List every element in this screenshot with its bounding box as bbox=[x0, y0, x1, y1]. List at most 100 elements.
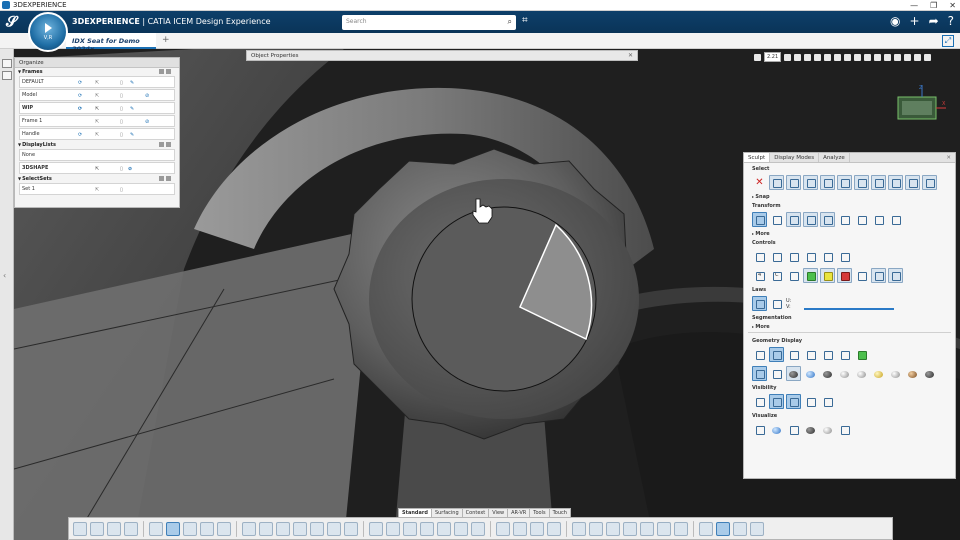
clapper-icon[interactable] bbox=[752, 422, 767, 437]
edit-icon[interactable]: ✎ bbox=[130, 132, 134, 138]
select-curve-icon[interactable] bbox=[803, 175, 818, 190]
more-section-title[interactable]: More bbox=[744, 228, 955, 237]
mesh-icon[interactable] bbox=[769, 249, 784, 264]
point-icon[interactable] bbox=[242, 521, 256, 536]
cube-icon[interactable] bbox=[513, 521, 527, 536]
material-icon[interactable] bbox=[820, 366, 835, 381]
close-button[interactable]: ✕ bbox=[949, 0, 956, 11]
select-region-icon[interactable] bbox=[854, 175, 869, 190]
green-continuity-icon[interactable] bbox=[803, 268, 818, 283]
copy-view-icon[interactable] bbox=[589, 521, 603, 536]
select-column-icon[interactable] bbox=[888, 175, 903, 190]
view-tool-icon[interactable] bbox=[824, 53, 832, 61]
tab-standard[interactable]: Standard bbox=[398, 508, 432, 517]
material-icon[interactable] bbox=[922, 366, 937, 381]
translate-icon[interactable] bbox=[786, 212, 801, 227]
align-icon[interactable] bbox=[854, 212, 869, 227]
select-face-icon[interactable] bbox=[837, 175, 852, 190]
frame-row[interactable]: Frame 1 ⇱ ▯ ⊘ bbox=[19, 115, 175, 127]
section-icon[interactable] bbox=[547, 521, 561, 536]
minimize-button[interactable]: — bbox=[910, 0, 918, 11]
material-icon[interactable] bbox=[871, 366, 886, 381]
display-mode-icon[interactable] bbox=[803, 347, 818, 362]
table-icon[interactable] bbox=[699, 521, 713, 536]
frames-section[interactable]: ▼Frames bbox=[15, 68, 179, 76]
tab-touch[interactable]: Touch bbox=[548, 508, 571, 517]
visibility-icon[interactable]: ⟳ bbox=[78, 80, 82, 86]
yellow-continuity-icon[interactable] bbox=[820, 268, 835, 283]
section-action-icon[interactable] bbox=[159, 176, 164, 181]
select-arrow-icon[interactable] bbox=[786, 175, 801, 190]
help-icon[interactable]: ? bbox=[948, 14, 954, 28]
hide-icon[interactable]: ⊘ bbox=[128, 166, 132, 172]
material-icon[interactable] bbox=[888, 366, 903, 381]
law-icon[interactable] bbox=[769, 296, 784, 311]
view-tool-icon[interactable] bbox=[894, 53, 902, 61]
settings-icon[interactable] bbox=[837, 422, 852, 437]
select-row-icon[interactable] bbox=[871, 175, 886, 190]
check-icon[interactable] bbox=[752, 347, 767, 362]
trim-icon[interactable] bbox=[471, 521, 485, 536]
flange-icon[interactable] bbox=[437, 521, 451, 536]
user-icon[interactable]: ◉ bbox=[890, 14, 900, 28]
view-tool-icon[interactable] bbox=[804, 53, 812, 61]
copy-icon[interactable] bbox=[90, 521, 104, 536]
analysis-icon[interactable] bbox=[496, 521, 510, 536]
grid-dropdown-icon[interactable] bbox=[803, 249, 818, 264]
material-icon[interactable] bbox=[786, 366, 801, 381]
search-icon[interactable]: ⌕ bbox=[508, 17, 512, 27]
tag-icon[interactable]: ⌗ bbox=[522, 15, 528, 26]
visibility-icon[interactable] bbox=[803, 394, 818, 409]
select-options-icon[interactable] bbox=[922, 175, 937, 190]
zoom-level[interactable]: 2.21 bbox=[764, 52, 782, 62]
view-tool-icon[interactable] bbox=[884, 53, 892, 61]
select-points-icon[interactable] bbox=[769, 175, 784, 190]
measure-icon[interactable] bbox=[259, 521, 273, 536]
arc-icon[interactable] bbox=[310, 521, 324, 536]
transform-dropdown-icon[interactable] bbox=[803, 212, 818, 227]
section-action-icon[interactable] bbox=[159, 69, 164, 74]
settings-icon[interactable] bbox=[149, 521, 163, 536]
undo-icon[interactable] bbox=[124, 521, 138, 536]
edit-icon[interactable]: ✎ bbox=[130, 106, 134, 112]
robot-icon[interactable] bbox=[657, 521, 671, 536]
lock-icon[interactable]: ▯ bbox=[120, 106, 123, 112]
add-icon[interactable]: + bbox=[910, 14, 920, 28]
curve-icon[interactable] bbox=[293, 521, 307, 536]
pick-icon[interactable]: ⇱ bbox=[95, 93, 99, 99]
display-mode-icon[interactable] bbox=[854, 347, 869, 362]
continuity-c-icon[interactable]: C bbox=[769, 268, 784, 283]
frame-row[interactable]: DEFAULT ⟳ ⇱ ▯ ✎ bbox=[19, 76, 175, 88]
surface-match-icon[interactable] bbox=[888, 268, 903, 283]
view-tool-icon[interactable] bbox=[814, 53, 822, 61]
tab-analyze[interactable]: Analyze bbox=[819, 153, 850, 162]
hide-icon[interactable]: ⊘ bbox=[145, 119, 149, 125]
tab-tools[interactable]: Tools bbox=[529, 508, 550, 517]
lock-icon[interactable]: ▯ bbox=[120, 80, 123, 86]
section-action-icon[interactable] bbox=[166, 176, 171, 181]
rewind-icon[interactable] bbox=[623, 521, 637, 536]
snap-section-title[interactable]: Snap bbox=[744, 191, 955, 200]
display-mode-icon[interactable] bbox=[837, 347, 852, 362]
rotate-icon[interactable] bbox=[837, 212, 852, 227]
close-icon[interactable]: ✕ bbox=[942, 153, 955, 162]
hull-icon[interactable] bbox=[837, 249, 852, 264]
view-tool-icon[interactable] bbox=[864, 53, 872, 61]
camera-icon[interactable] bbox=[606, 521, 620, 536]
move-icon[interactable] bbox=[769, 212, 784, 227]
frame-row[interactable]: Model ⟳ ⇱ ▯ ⊘ bbox=[19, 89, 175, 101]
visibility-icon[interactable] bbox=[820, 394, 835, 409]
tab-sculpt[interactable]: Sculpt bbox=[744, 153, 771, 162]
frame-row[interactable]: Handle ⟳ ⇱ ▯ ✎ bbox=[19, 128, 175, 140]
visibility-icon[interactable] bbox=[752, 394, 767, 409]
deselect-icon[interactable]: ✕ bbox=[752, 175, 767, 190]
tab-ar-vr[interactable]: AR-VR bbox=[507, 508, 531, 517]
panel-toggle-icon[interactable] bbox=[2, 71, 12, 80]
law-selector[interactable] bbox=[804, 298, 894, 310]
material-icon[interactable] bbox=[854, 366, 869, 381]
tab-display-modes[interactable]: Display Modes bbox=[770, 153, 820, 162]
pick-icon[interactable]: ⇱ bbox=[95, 132, 99, 138]
view-tool-icon[interactable] bbox=[834, 53, 842, 61]
selectset-row[interactable]: Set 1 ⇱ ▯ bbox=[19, 183, 175, 195]
pick-icon[interactable]: ⇱ bbox=[95, 187, 99, 193]
